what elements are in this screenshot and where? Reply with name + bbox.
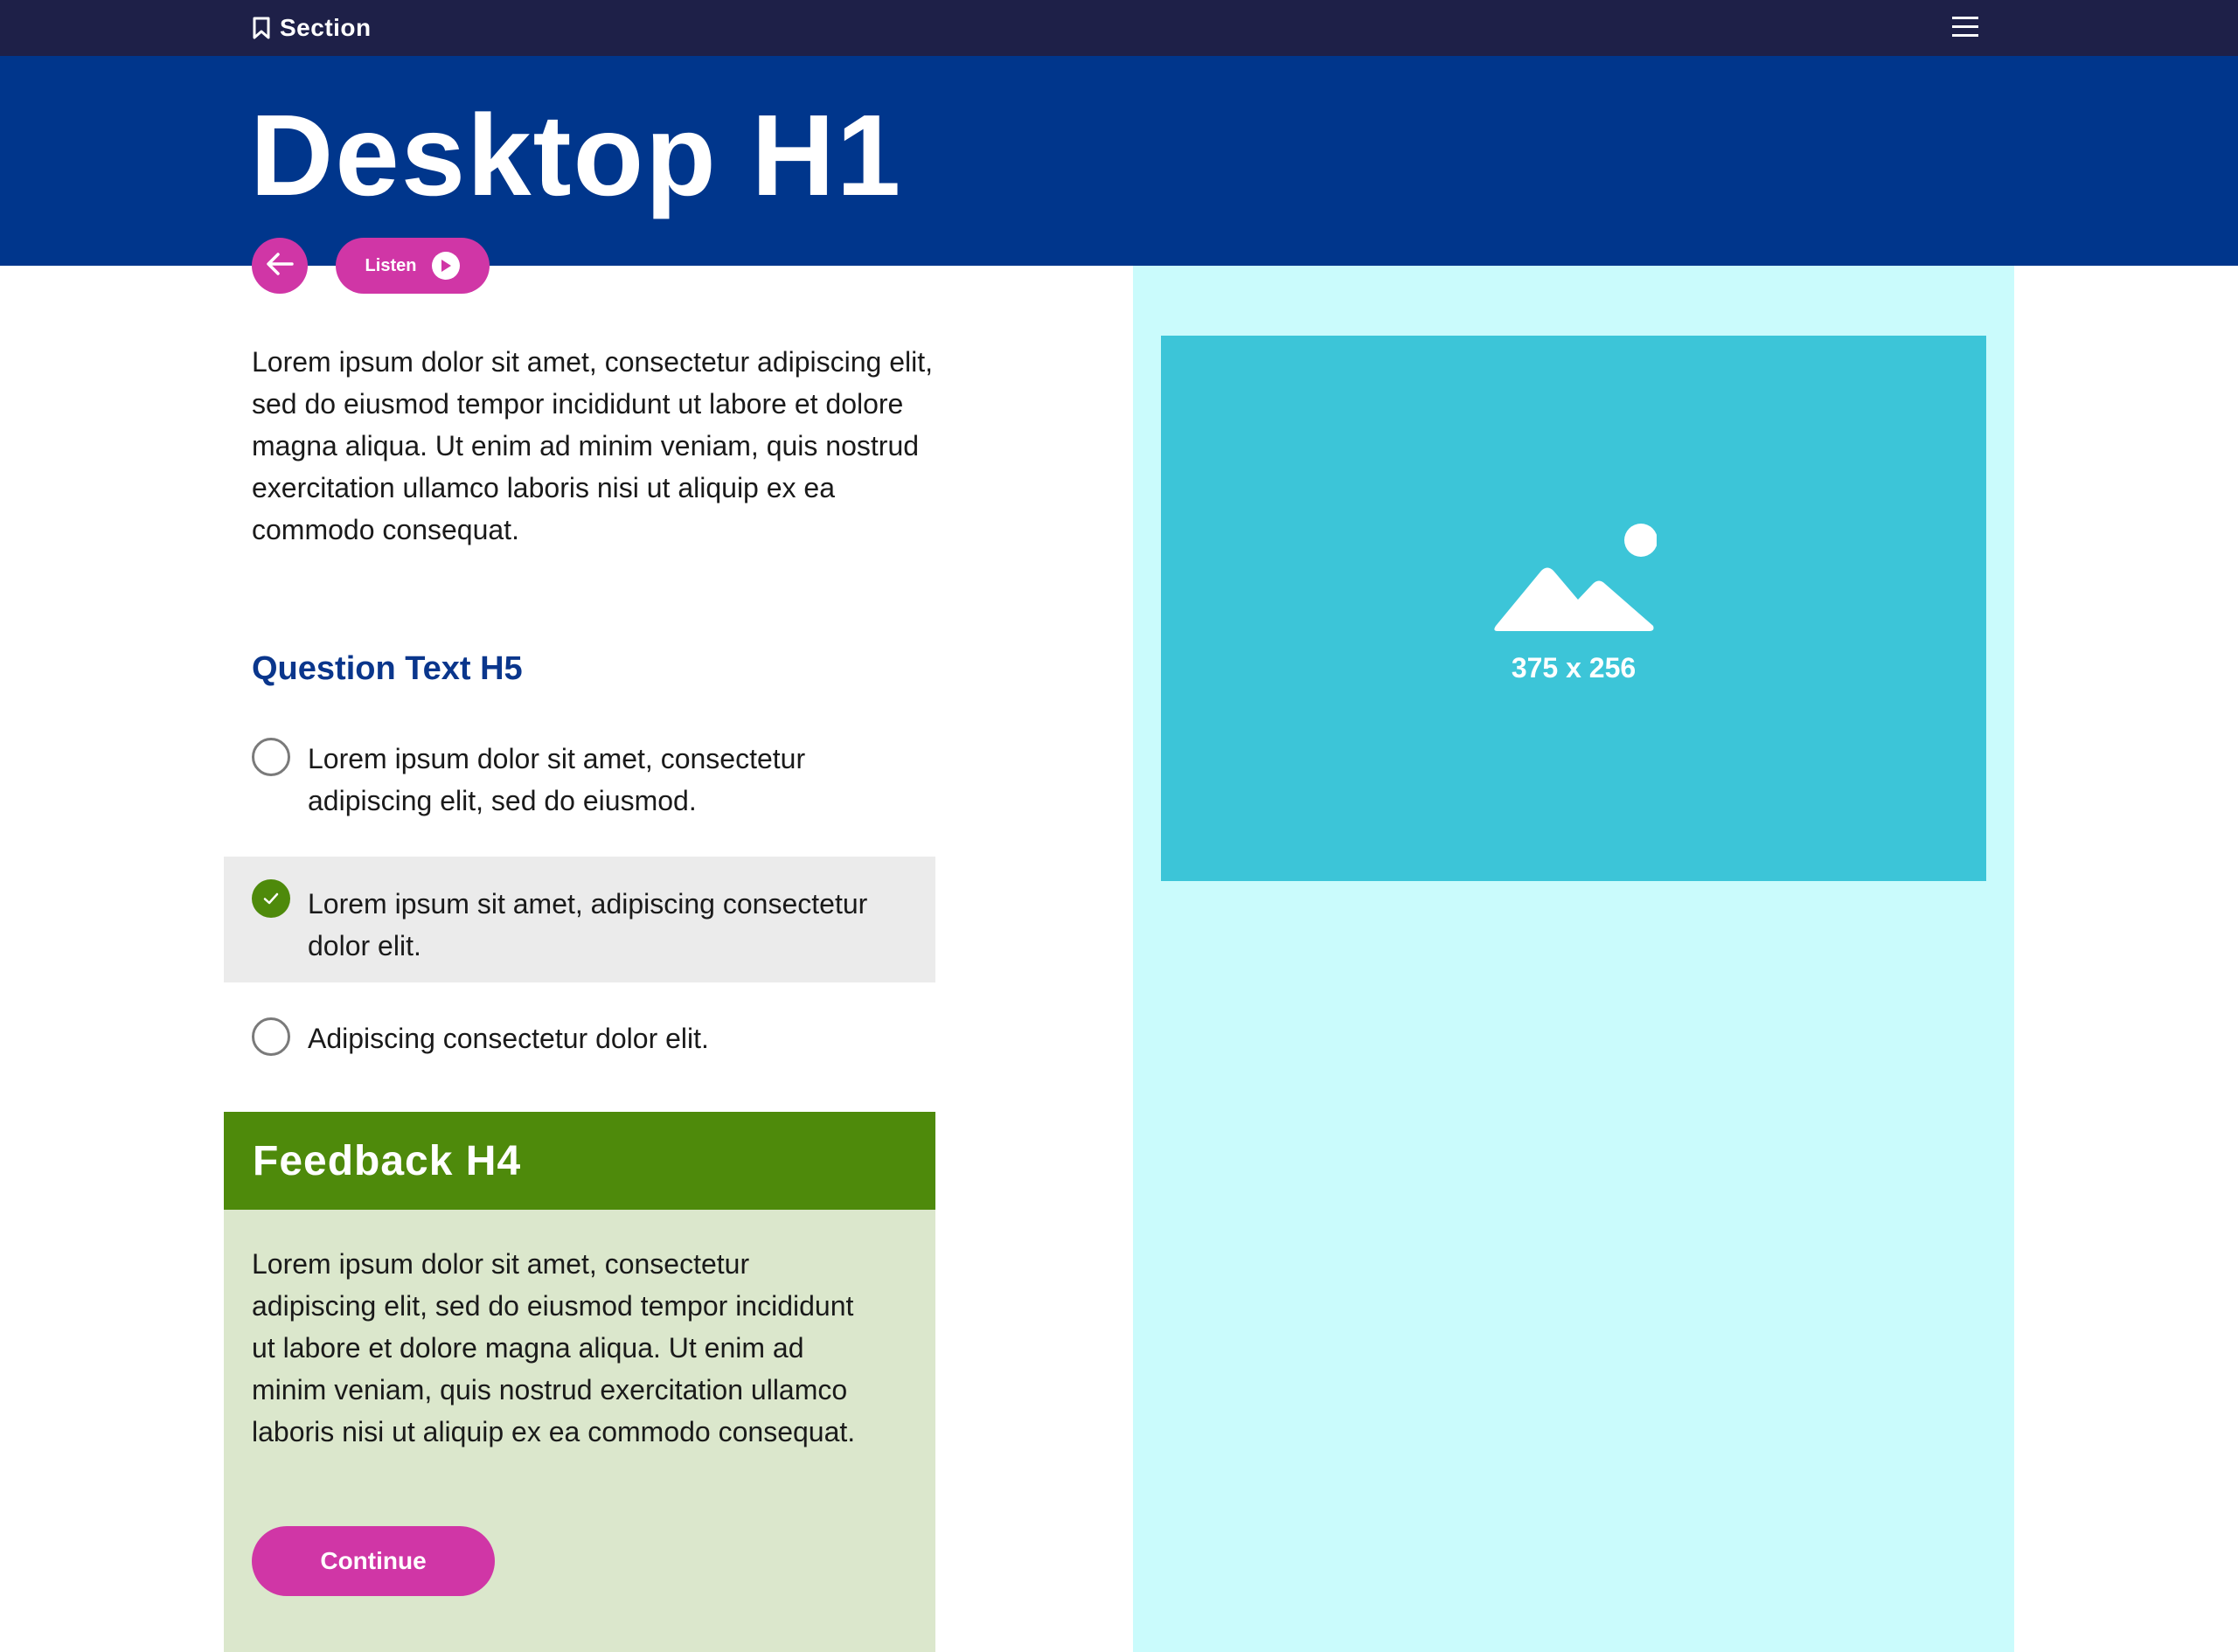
answer-option-2[interactable]: Lorem ipsum sit amet, adipiscing consect… xyxy=(224,857,935,982)
continue-button[interactable]: Continue xyxy=(252,1526,495,1596)
top-bar: Section xyxy=(0,0,2238,56)
listen-label: Listen xyxy=(365,255,417,275)
question-title: Question Text H5 xyxy=(252,650,523,687)
radio-checked-icon[interactable] xyxy=(252,879,290,918)
feedback-title: Feedback H4 xyxy=(224,1112,935,1210)
answer-option-3[interactable]: Adipiscing consectetur dolor elit. xyxy=(224,1017,935,1061)
radio-unchecked-icon[interactable] xyxy=(252,1017,290,1056)
section-label: Section xyxy=(280,14,372,41)
arrow-left-icon xyxy=(264,248,295,284)
image-dimensions-label: 375 x 256 xyxy=(1511,652,1637,684)
hamburger-menu-icon xyxy=(1951,12,1979,45)
play-circle-icon xyxy=(432,252,461,280)
media-panel: 375 x 256 xyxy=(1133,266,2014,1652)
page-title: Desktop H1 xyxy=(250,91,903,219)
listen-button[interactable]: Listen xyxy=(336,238,490,294)
answer-option-label: Adipiscing consectetur dolor elit. xyxy=(308,1023,709,1054)
menu-button[interactable] xyxy=(1950,12,1981,44)
back-button[interactable] xyxy=(252,238,308,294)
hero-banner: Desktop H1 xyxy=(0,56,2238,266)
answer-option-1[interactable]: Lorem ipsum dolor sit amet, consectetur … xyxy=(224,738,935,834)
feedback-panel: Feedback H4 Lorem ipsum dolor sit amet, … xyxy=(224,1112,935,1652)
feedback-body: Lorem ipsum dolor sit amet, consectetur … xyxy=(252,1248,856,1447)
intro-paragraph: Lorem ipsum dolor sit amet, consectetur … xyxy=(252,346,934,545)
image-placeholder-icon xyxy=(1491,523,1658,641)
image-placeholder: 375 x 256 xyxy=(1161,336,1986,881)
answer-option-label: Lorem ipsum sit amet, adipiscing consect… xyxy=(308,888,868,961)
radio-unchecked-icon[interactable] xyxy=(252,738,290,776)
section-link[interactable]: Section xyxy=(252,0,372,56)
answer-option-label: Lorem ipsum dolor sit amet, consectetur … xyxy=(308,743,806,816)
bookmark-icon xyxy=(252,16,271,40)
